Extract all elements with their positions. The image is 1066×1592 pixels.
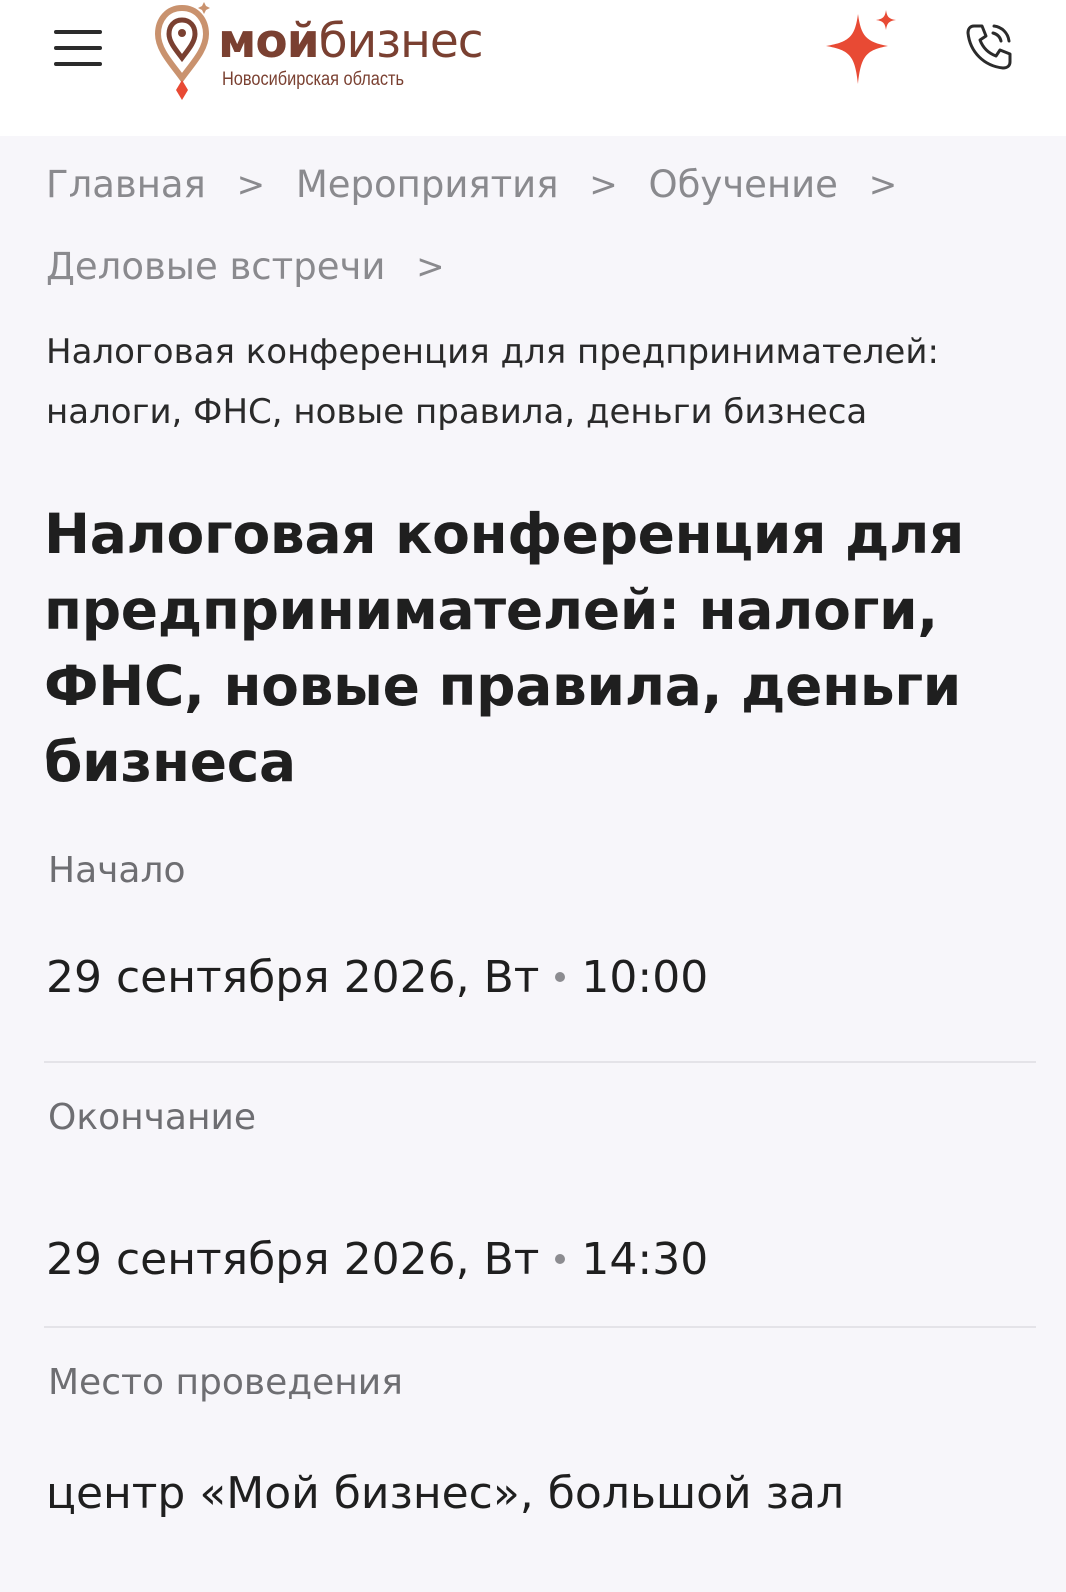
breadcrumb-row: Деловые встречи >: [46, 240, 475, 294]
venue-value: центр «Мой бизнес», большой зал: [46, 1468, 845, 1519]
site-logo[interactable]: мойбизнес Новосибирская область: [154, 0, 534, 110]
chevron-right-icon: >: [868, 165, 898, 205]
breadcrumb-current: Налоговая конференция для предпринимател…: [46, 332, 939, 432]
chevron-right-icon: >: [416, 247, 445, 287]
bullet-dot: [555, 1254, 566, 1264]
logo-biznes: бизнес: [318, 14, 484, 69]
start-label: Начало: [48, 850, 186, 891]
breadcrumb-row: Главная > Мероприятия > Обучение >: [46, 158, 928, 212]
end-label: Окончание: [48, 1097, 257, 1138]
breadcrumb-item-home[interactable]: Главная: [46, 158, 206, 212]
start-date: 29 сентября 2026, Вт: [46, 952, 540, 1003]
breadcrumb-item-training[interactable]: Обучение: [648, 158, 837, 212]
logo-region: Новосибирская область: [222, 69, 405, 90]
logo-moy: мой: [218, 14, 320, 69]
breadcrumb-item-business-meetings[interactable]: Деловые встречи: [46, 240, 385, 294]
divider: [44, 1326, 1036, 1328]
bullet-dot: [555, 972, 566, 982]
sparkle-star-icon[interactable]: [822, 6, 906, 90]
top-header: мойбизнес Новосибирская область: [0, 0, 1066, 136]
hamburger-menu-icon[interactable]: [54, 28, 102, 68]
end-date: 29 сентября 2026, Вт: [46, 1234, 540, 1285]
breadcrumb-item-events[interactable]: Мероприятия: [296, 158, 559, 212]
chevron-right-icon: >: [589, 165, 618, 205]
end-time: 14:30: [581, 1234, 709, 1285]
divider: [44, 1061, 1036, 1063]
phone-call-icon[interactable]: [962, 20, 1016, 74]
start-time: 10:00: [581, 952, 709, 1003]
chevron-right-icon: >: [236, 165, 266, 205]
page: мойбизнес Новосибирская область Главная >…: [0, 0, 1066, 1592]
venue-label: Место проведения: [48, 1362, 403, 1403]
end-datetime: 29 сентября 2026, Вт 14:30: [46, 1230, 708, 1290]
logo-pin-icon: [154, 2, 210, 100]
start-datetime: 29 сентября 2026, Вт 10:00: [46, 948, 708, 1008]
page-title: Налоговая конференция для предпринимател…: [44, 502, 965, 794]
logo-wordmark: мойбизнес: [218, 14, 484, 70]
